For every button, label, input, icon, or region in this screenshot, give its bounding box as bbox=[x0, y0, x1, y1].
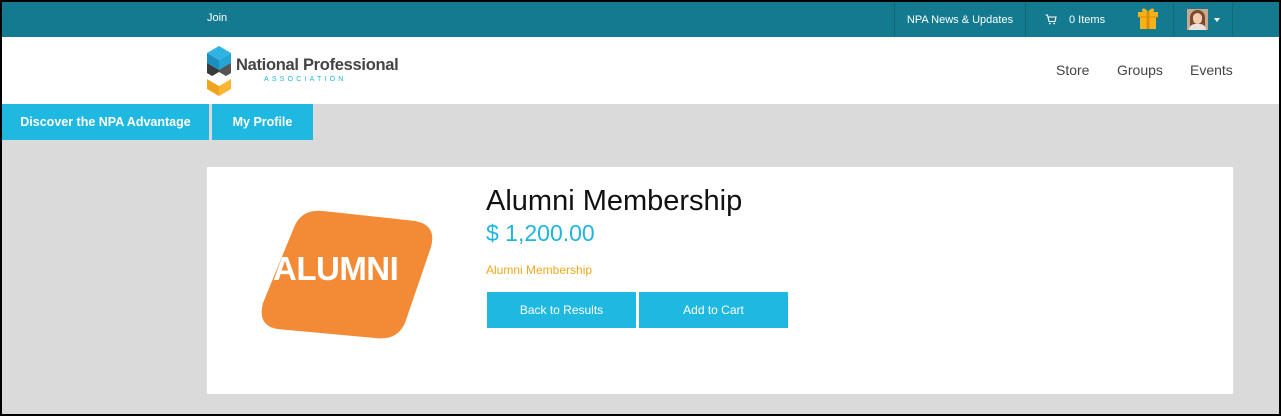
npa-logo[interactable]: National Professional ASSOCIATION bbox=[206, 46, 399, 96]
gift-icon bbox=[1137, 6, 1159, 33]
nav-groups[interactable]: Groups bbox=[1117, 37, 1163, 104]
cart-count-label: 0 Items bbox=[1069, 13, 1106, 26]
product-price: $ 1,200.00 bbox=[486, 220, 595, 246]
product-title: Alumni Membership bbox=[486, 185, 743, 217]
avatar bbox=[1186, 9, 1208, 30]
chevron-down-icon bbox=[1213, 17, 1220, 22]
product-card: ALUMNI Alumni Membership $ 1,200.00 Alum… bbox=[207, 167, 1233, 394]
top-utility-bar: Join NPA News & Updates 0 Items bbox=[2, 2, 1279, 37]
page-frame: Join NPA News & Updates 0 Items National… bbox=[2, 2, 1279, 414]
product-image: ALUMNI bbox=[255, 207, 445, 342]
cart-icon bbox=[1045, 14, 1057, 25]
news-updates-link[interactable]: NPA News & Updates bbox=[894, 2, 1025, 37]
back-to-results-button[interactable]: Back to Results bbox=[487, 292, 636, 328]
tab-discover-npa-advantage[interactable]: Discover the NPA Advantage bbox=[2, 104, 209, 140]
logo-subtitle: ASSOCIATION bbox=[264, 76, 347, 83]
user-menu[interactable] bbox=[1173, 2, 1233, 37]
logo-title: National Professional bbox=[236, 56, 399, 74]
product-subtitle: Alumni Membership bbox=[486, 263, 593, 277]
nav-store[interactable]: Store bbox=[1056, 37, 1089, 104]
product-image-text: ALUMNI bbox=[273, 250, 399, 287]
gift-button[interactable] bbox=[1123, 2, 1173, 37]
nav-events[interactable]: Events bbox=[1190, 37, 1233, 104]
site-header: National Professional ASSOCIATION Store … bbox=[2, 37, 1279, 104]
tab-my-profile[interactable]: My Profile bbox=[212, 104, 313, 140]
join-link[interactable]: Join bbox=[207, 2, 227, 37]
add-to-cart-button[interactable]: Add to Cart bbox=[639, 292, 788, 328]
logo-mark-icon bbox=[207, 46, 231, 96]
news-updates-label: NPA News & Updates bbox=[906, 13, 1014, 26]
